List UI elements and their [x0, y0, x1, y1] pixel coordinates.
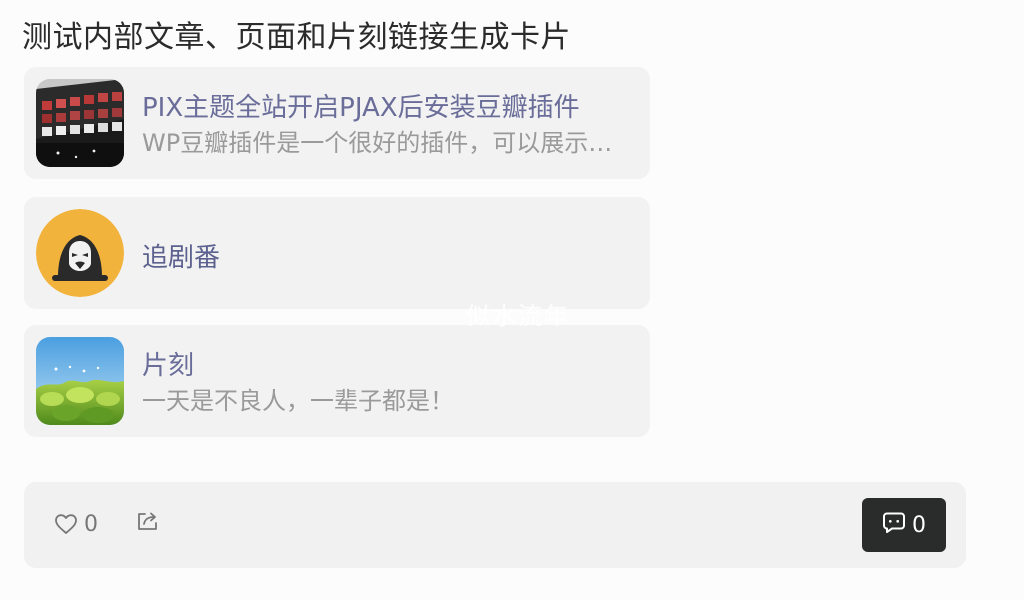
- heart-outline-icon: [54, 513, 78, 535]
- post-title: 测试内部文章、页面和片刻链接生成卡片: [22, 20, 571, 55]
- link-card-moment[interactable]: 片刻 一天是不良人，一辈子都是！: [24, 325, 650, 437]
- share-button[interactable]: [136, 510, 160, 532]
- like-button[interactable]: 0: [54, 510, 98, 537]
- share-icon: [136, 510, 160, 532]
- card-title[interactable]: 片刻: [142, 345, 638, 382]
- link-card-page[interactable]: 追剧番: [24, 197, 650, 309]
- card-thumbnail: [36, 79, 124, 167]
- card-thumbnail: [36, 209, 124, 297]
- like-count: 0: [84, 512, 98, 537]
- nature-thumbnail-image: [36, 337, 124, 425]
- post-page: 测试内部文章、页面和片刻链接生成卡片 PIX主题全站开启PJAX后安装豆瓣插件 …: [0, 0, 1024, 600]
- comment-count: 0: [912, 512, 926, 538]
- link-card-article[interactable]: PIX主题全站开启PJAX后安装豆瓣插件 WP豆瓣插件是一个很好的插件，可以展示…: [24, 67, 650, 179]
- comment-icon: [882, 511, 906, 539]
- comment-button[interactable]: 0: [862, 498, 946, 552]
- article-thumbnail-image: [36, 79, 124, 167]
- card-title[interactable]: 追剧番: [142, 237, 638, 274]
- card-title[interactable]: PIX主题全站开启PJAX后安装豆瓣插件: [142, 87, 638, 124]
- post-action-bar: 0 0: [24, 482, 966, 568]
- card-thumbnail: [36, 337, 124, 425]
- card-description: 一天是不良人，一辈子都是！: [142, 387, 454, 415]
- hooded-avatar-icon: [36, 209, 124, 297]
- card-description: WP豆瓣插件是一个很好的插件，可以展示豆瓣的书影音: [142, 129, 618, 157]
